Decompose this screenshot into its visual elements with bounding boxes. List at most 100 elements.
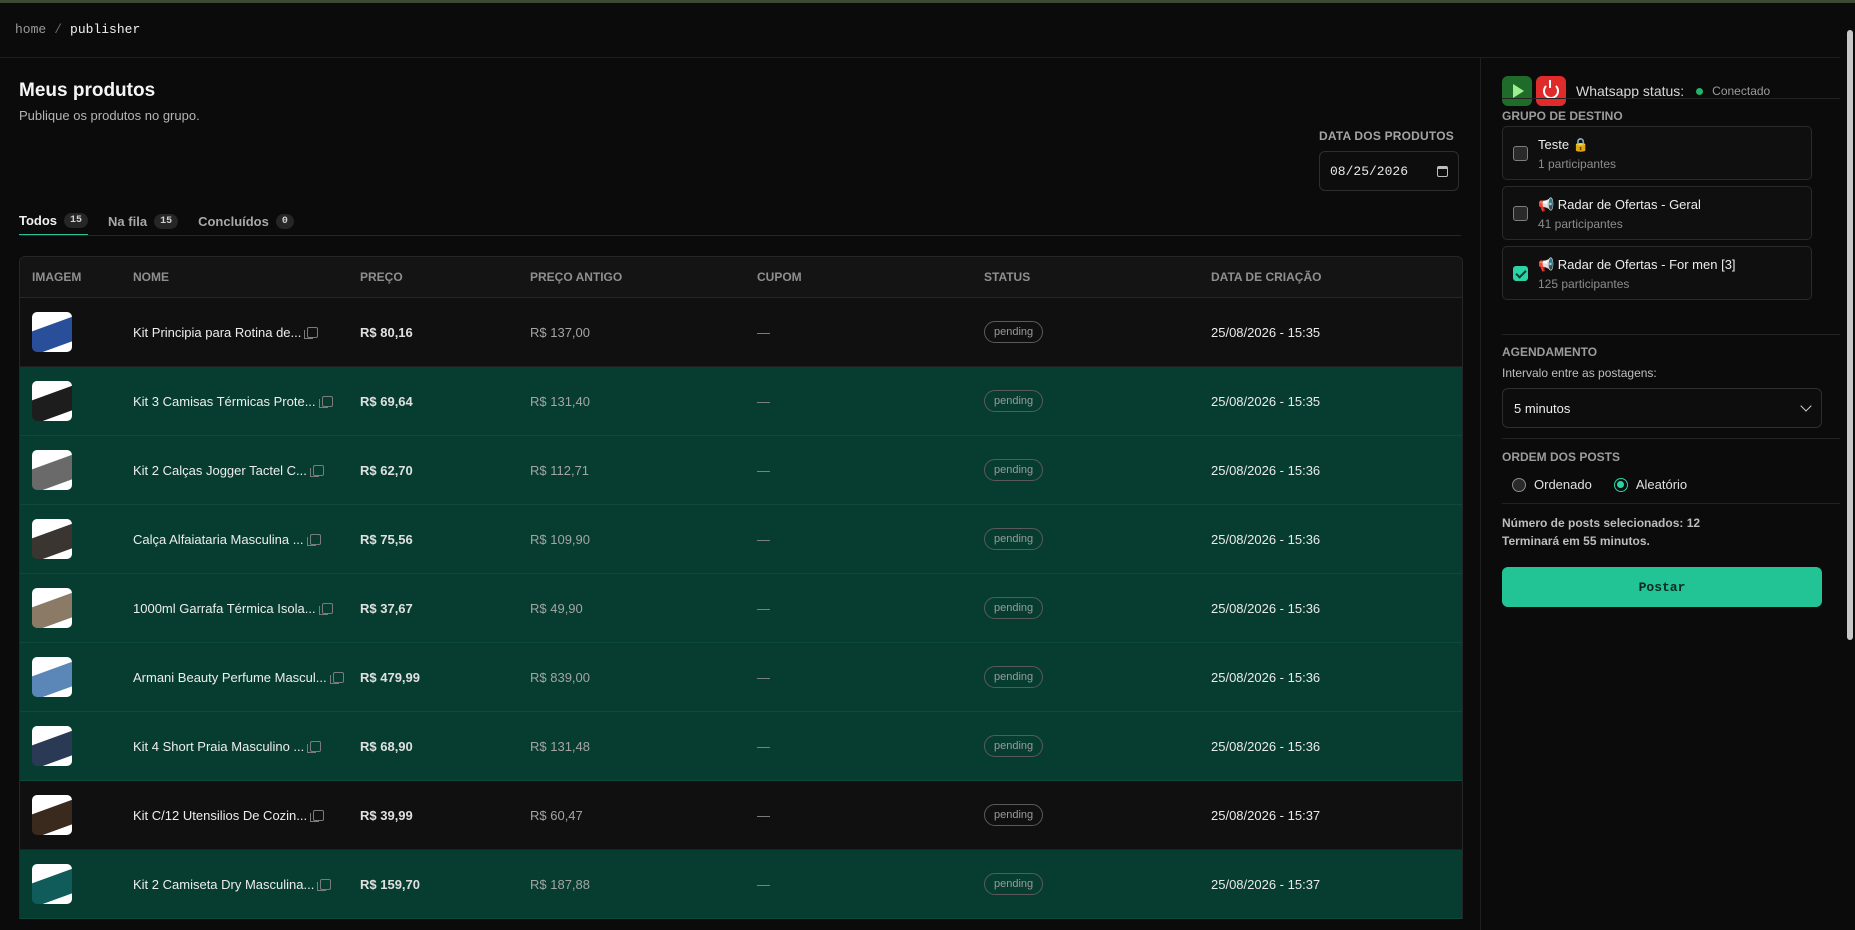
- name-cell: Calça Alfaiataria Masculina ...: [133, 532, 360, 547]
- table-row[interactable]: Armani Beauty Perfume Mascul... R$ 479,99…: [20, 643, 1462, 712]
- group-name: 📢 Radar de Ofertas - For men [3]: [1538, 257, 1736, 272]
- radio-ordenado[interactable]: [1512, 477, 1526, 492]
- table-row[interactable]: Kit 3 Camisas Térmicas Prote... R$ 69,64 R…: [20, 367, 1462, 436]
- copy-icon[interactable]: [307, 740, 322, 753]
- name-cell: Kit 4 Short Praia Masculino ...: [133, 739, 360, 754]
- status-badge: pending: [984, 597, 1044, 619]
- scrollbar-thumb[interactable]: [1847, 30, 1853, 640]
- group-checkbox[interactable]: [1513, 146, 1528, 161]
- table-row[interactable]: Kit 2 Calças Jogger Tactel C... R$ 62,70 R…: [20, 436, 1462, 505]
- product-name: 1000ml Garrafa Térmica Isola...: [133, 601, 360, 616]
- image-cell: [20, 588, 133, 628]
- table-row[interactable]: Kit 2 Camiseta Dry Masculina... R$ 159,70…: [20, 850, 1462, 919]
- copy-icon[interactable]: [310, 809, 325, 822]
- group-option[interactable]: Teste 🔒 1 participantes: [1502, 126, 1812, 180]
- created-date: 25/08/2026 - 15:36: [1211, 462, 1321, 478]
- group-checkbox[interactable]: [1513, 206, 1528, 221]
- table-row[interactable]: Kit Principia para Rotina de... R$ 80,16 R…: [20, 298, 1462, 367]
- copy-icon[interactable]: [318, 602, 333, 615]
- power-button[interactable]: [1536, 76, 1566, 106]
- image-cell: [20, 795, 133, 835]
- interval-value: 5 minutos: [1514, 400, 1571, 416]
- product-thumbnail: [32, 588, 72, 628]
- status-cell: pending: [984, 666, 1211, 688]
- product-coupon: —: [757, 876, 770, 892]
- page-title: Meus produtos: [19, 80, 156, 101]
- copy-icon[interactable]: [329, 671, 344, 684]
- table-row[interactable]: Calça Alfaiataria Masculina ... R$ 75,56 R…: [20, 505, 1462, 574]
- whatsapp-status-value: Conectado: [1712, 84, 1771, 98]
- tab-label: Na fila: [108, 213, 148, 229]
- tabs-divider: [19, 235, 1461, 236]
- created-date: 25/08/2026 - 15:37: [1211, 876, 1321, 892]
- publish-sidebar: Whatsapp status: Conectado GRUPO DE DEST…: [1480, 58, 1841, 930]
- product-thumbnail: [32, 795, 72, 835]
- table-header: IMAGEM NOME PREÇO PREÇO ANTIGO CUPOM STA…: [20, 257, 1462, 298]
- image-cell: [20, 381, 133, 421]
- product-name-text: Kit 2 Calças Jogger Tactel C...: [133, 462, 307, 478]
- post-button[interactable]: Postar: [1502, 567, 1822, 607]
- tab-concluidos[interactable]: Concluídos 0: [198, 206, 294, 236]
- tab-na-fila[interactable]: Na fila 15: [108, 206, 179, 236]
- table-row[interactable]: 1000ml Garrafa Térmica Isola... R$ 37,67 R…: [20, 574, 1462, 643]
- radio-label-ordenado[interactable]: Ordenado: [1534, 477, 1592, 492]
- whatsapp-status-bar: Whatsapp status: Conectado: [1502, 76, 1770, 106]
- chevron-down-icon: [1800, 400, 1812, 412]
- product-name-text: Kit 4 Short Praia Masculino ...: [133, 738, 305, 754]
- status-badge: pending: [984, 390, 1044, 412]
- radio-label-aleatorio[interactable]: Aleatório: [1636, 477, 1687, 492]
- product-thumbnail: [32, 450, 72, 490]
- table-row[interactable]: Kit C/12 Utensilios De Cozin... R$ 39,99 R…: [20, 781, 1462, 850]
- product-name: Kit 4 Short Praia Masculino ...: [133, 739, 360, 754]
- product-thumbnail: [32, 657, 72, 697]
- created-date: 25/08/2026 - 15:35: [1211, 324, 1321, 340]
- product-coupon: —: [757, 462, 770, 478]
- page-scrollbar[interactable]: [1845, 20, 1855, 660]
- product-name-text: Calça Alfaiataria Masculina ...: [133, 531, 304, 547]
- product-thumbnail: [32, 312, 72, 352]
- play-icon: [1513, 84, 1524, 98]
- product-price: R$ 62,70: [360, 462, 413, 478]
- created-date: 25/08/2026 - 15:36: [1211, 669, 1321, 685]
- status-cell: pending: [984, 873, 1211, 895]
- interval-select[interactable]: 5 minutos: [1502, 388, 1822, 428]
- product-coupon: —: [757, 669, 770, 685]
- product-old-price: R$ 137,00: [530, 324, 590, 340]
- copy-icon[interactable]: [306, 533, 321, 546]
- image-cell: [20, 864, 133, 904]
- schedule-section-label: AGENDAMENTO: [1502, 345, 1598, 359]
- calendar-icon[interactable]: [1437, 165, 1448, 177]
- table-row[interactable]: Kit 4 Short Praia Masculino ... R$ 68,90 R…: [20, 712, 1462, 781]
- copy-icon[interactable]: [309, 464, 324, 477]
- status-badge: pending: [984, 459, 1044, 481]
- product-thumbnail: [32, 726, 72, 766]
- tab-todos[interactable]: Todos 15: [19, 206, 89, 236]
- copy-icon[interactable]: [304, 326, 319, 339]
- copy-icon[interactable]: [318, 395, 333, 408]
- breadcrumb-home-link[interactable]: home: [15, 22, 46, 37]
- group-option[interactable]: 📢 Radar de Ofertas - For men [3] 125 par…: [1502, 246, 1812, 300]
- top-accent-line: [0, 0, 1855, 3]
- group-participants: 1 participantes: [1538, 157, 1617, 171]
- product-name: Kit Principia para Rotina de...: [133, 325, 360, 340]
- created-date: 25/08/2026 - 15:37: [1211, 807, 1321, 823]
- image-cell: [20, 450, 133, 490]
- play-button[interactable]: [1502, 76, 1532, 106]
- product-name: Kit C/12 Utensilios De Cozin...: [133, 808, 360, 823]
- product-price: R$ 68,90: [360, 738, 413, 754]
- group-checkbox[interactable]: [1513, 266, 1528, 281]
- status-cell: pending: [984, 735, 1211, 757]
- product-name-text: Armani Beauty Perfume Mascul...: [133, 669, 327, 685]
- product-name: Calça Alfaiataria Masculina ...: [133, 532, 360, 547]
- name-cell: Kit 2 Camiseta Dry Masculina...: [133, 877, 360, 892]
- column-header-coupon: CUPOM: [757, 270, 802, 284]
- copy-icon[interactable]: [317, 878, 332, 891]
- interval-label: Intervalo entre as postagens:: [1502, 366, 1657, 380]
- name-cell: Kit Principia para Rotina de...: [133, 325, 360, 340]
- group-option[interactable]: 📢 Radar de Ofertas - Geral 41 participan…: [1502, 186, 1812, 240]
- image-cell: [20, 726, 133, 766]
- name-cell: Armani Beauty Perfume Mascul...: [133, 670, 360, 685]
- product-old-price: R$ 60,47: [530, 807, 583, 823]
- radio-aleatorio[interactable]: [1613, 477, 1628, 492]
- date-filter-input[interactable]: 08/25/2026: [1319, 151, 1459, 191]
